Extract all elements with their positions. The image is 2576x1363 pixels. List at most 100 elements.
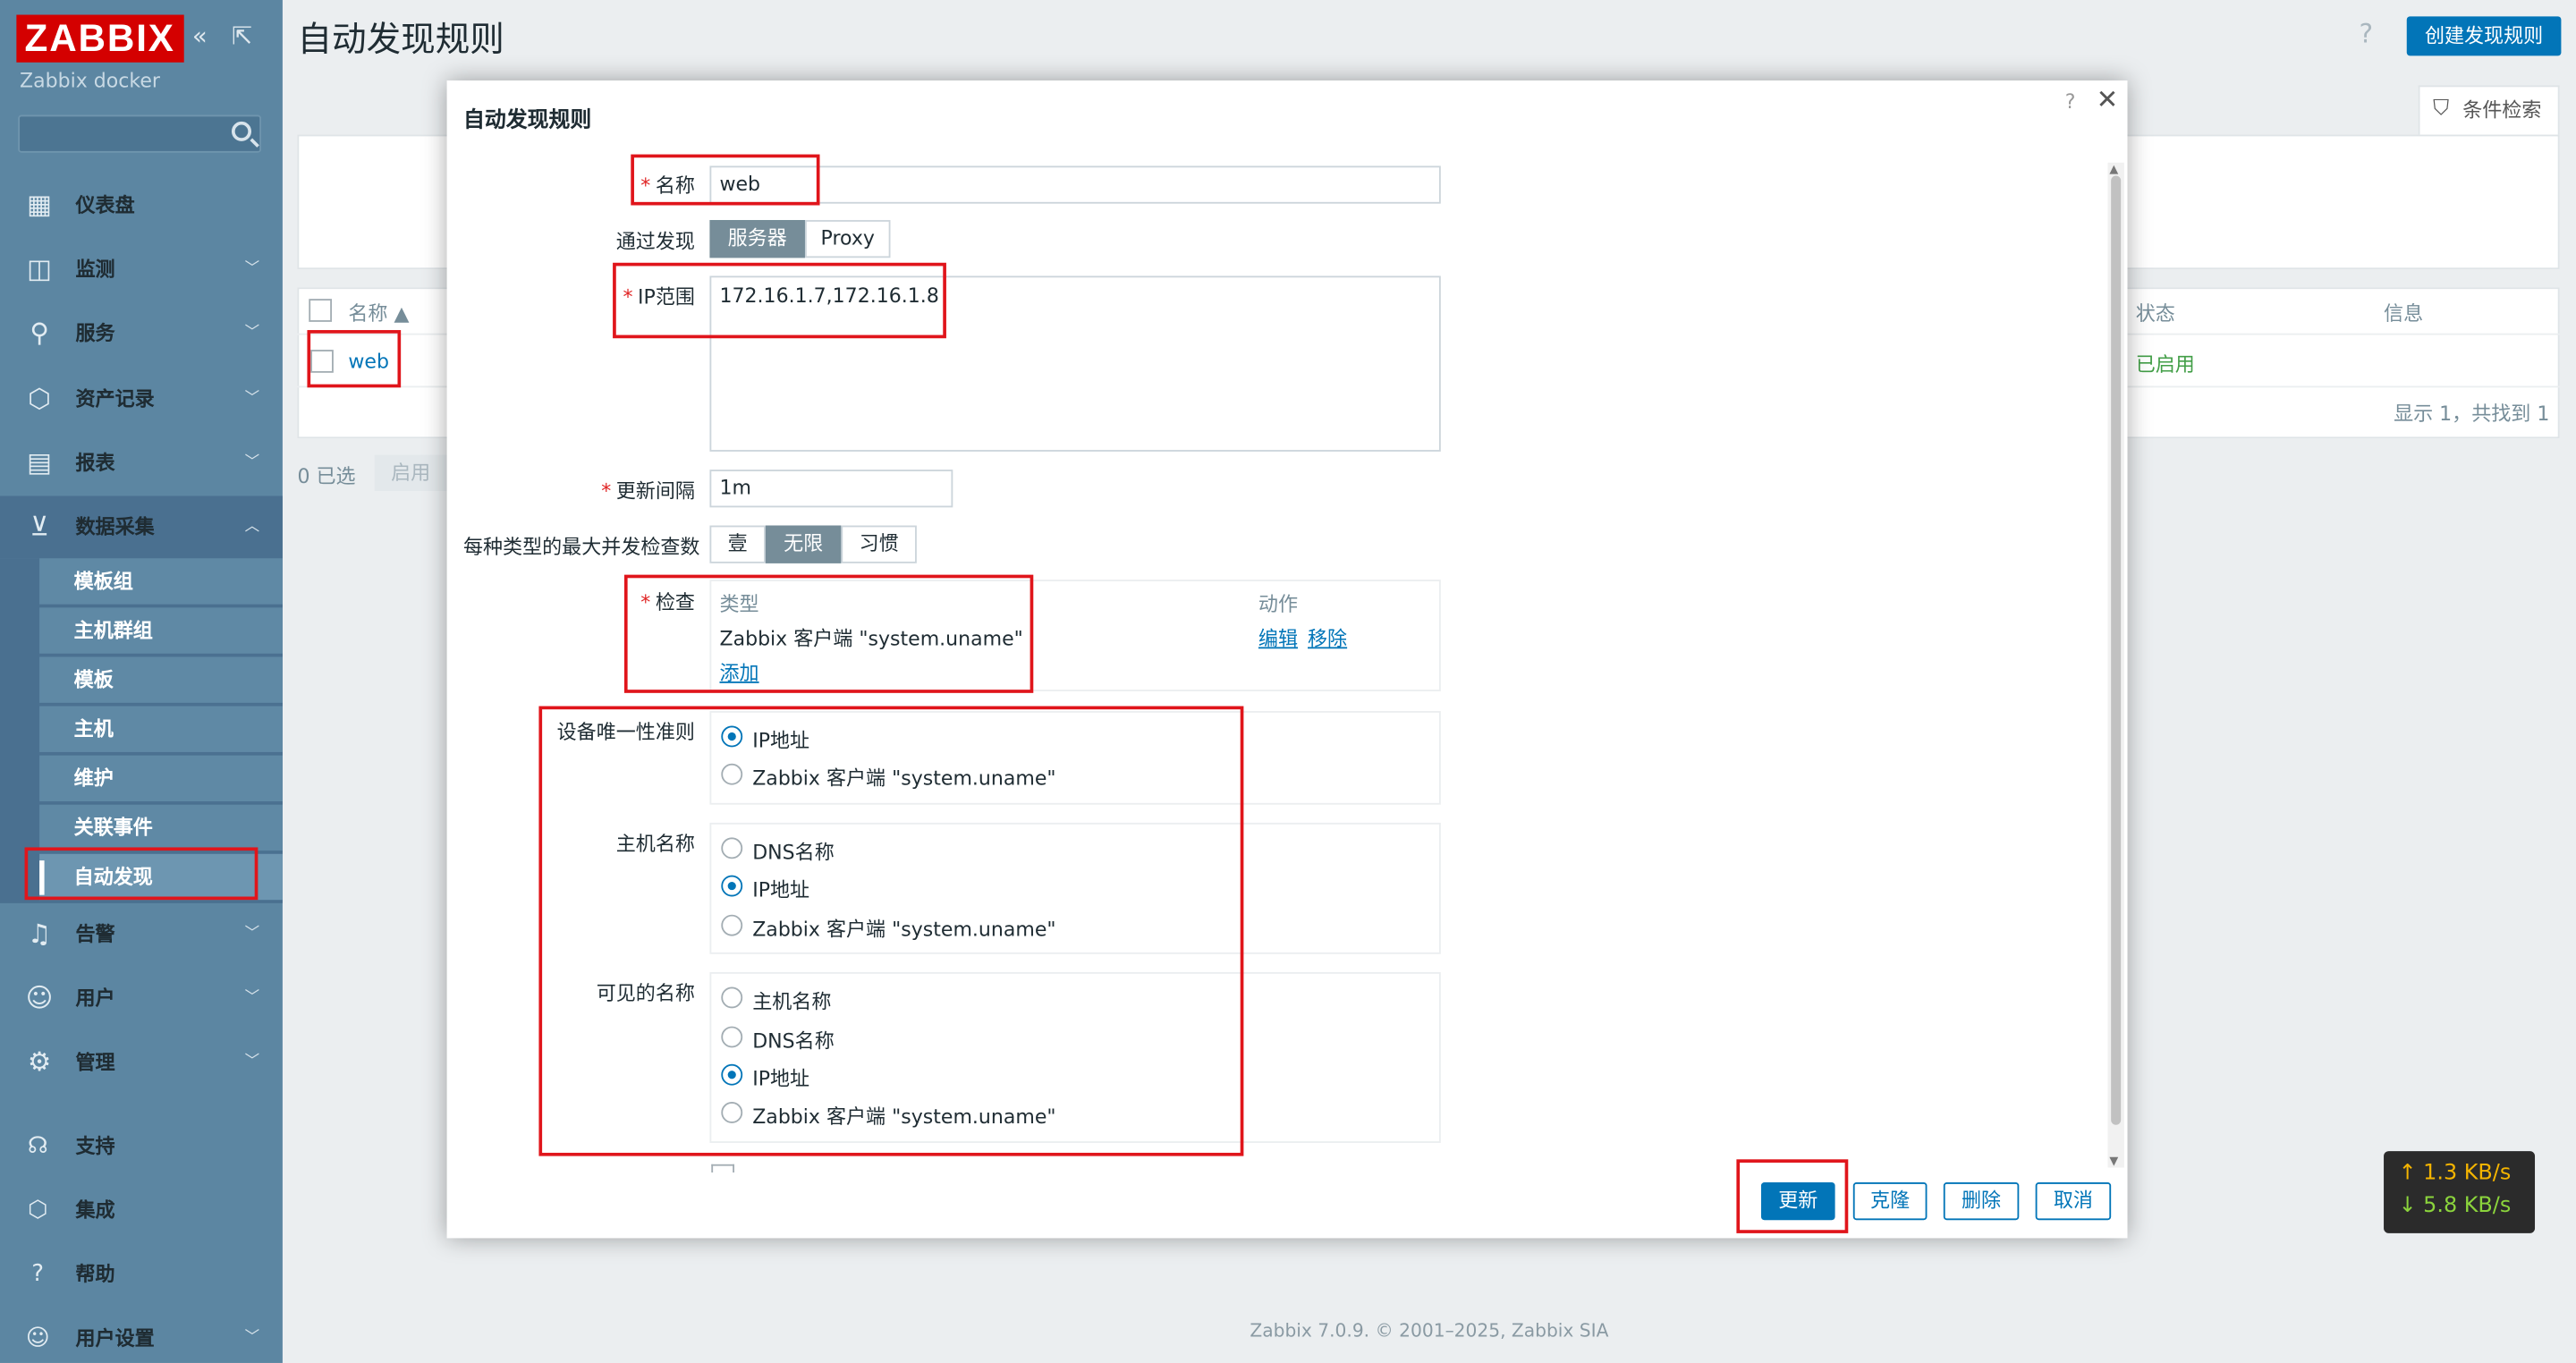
submenu-maintenance[interactable]: 维护: [39, 755, 283, 803]
discovery-rule-dialog: 自动发现规则 ? ✕ ▲ ▼ * 名称 web 通过发现 服务器 Proxy * I…: [446, 80, 2128, 1239]
search-icon[interactable]: [231, 121, 252, 141]
update-interval-label: * 更新间隔: [601, 479, 695, 503]
menu-data-collection[interactable]: ⊻ 数据采集 ︿: [0, 495, 283, 559]
menu-reports[interactable]: ▤ 报表 ﹀: [0, 432, 283, 495]
submenu-templates[interactable]: 模板: [39, 656, 283, 705]
table-summary: 显示 1，共找到 1: [2394, 402, 2550, 426]
zabbix-logo[interactable]: ZABBIX: [16, 14, 184, 63]
menu-reports-label: 报表: [75, 451, 115, 475]
menu-administration[interactable]: ⚙ 管理 ﹀: [0, 1031, 283, 1094]
visible-name-option-dns[interactable]: DNS名称: [752, 1027, 835, 1054]
hostname-option-dns[interactable]: DNS名称: [752, 837, 835, 865]
uniqueness-radio-ip[interactable]: [721, 725, 743, 748]
chevron-down-icon: ﹀: [244, 454, 260, 471]
download-speed: ↓ 5.8 KB/s: [2398, 1193, 2512, 1219]
menu-inventory-label: 资产记录: [75, 387, 155, 411]
menu-services-label: 服务: [75, 321, 115, 345]
menu-monitoring-label: 监测: [75, 258, 115, 281]
update-button[interactable]: 更新: [1760, 1181, 1835, 1221]
hostname-radio-ip[interactable]: [721, 875, 743, 897]
row-name-link[interactable]: web: [348, 350, 389, 373]
enable-button[interactable]: 启用: [374, 454, 447, 491]
close-icon[interactable]: ✕: [2097, 84, 2119, 115]
services-icon: ⚲: [30, 317, 49, 349]
collapse-sidebar-icon[interactable]: «: [192, 21, 208, 51]
menu-help[interactable]: ? 帮助: [0, 1249, 283, 1299]
delete-button[interactable]: 删除: [1943, 1181, 2020, 1221]
column-name-header[interactable]: 名称 ▲: [348, 299, 409, 326]
footer: Zabbix 7.0.9. © 2001–2025, Zabbix SIA: [1250, 1320, 1609, 1342]
uniqueness-option-ip[interactable]: IP地址: [752, 726, 809, 754]
hostname-radio-agent[interactable]: [721, 914, 743, 936]
filter-tab[interactable]: ⛉ 条件检索: [2418, 85, 2560, 135]
uniqueness-option-agent[interactable]: Zabbix 客户端 "system.uname": [752, 764, 1055, 792]
submenu-template-groups[interactable]: 模板组: [39, 558, 283, 606]
visible-name-radio-dns[interactable]: [721, 1026, 743, 1048]
discovery-by-proxy[interactable]: Proxy: [804, 220, 891, 258]
visible-name-option-hostname[interactable]: 主机名称: [752, 986, 831, 1014]
max-checks-unlimited[interactable]: 无限: [765, 525, 842, 563]
reports-icon: ▤: [27, 446, 52, 478]
submenu-event-correlation[interactable]: 关联事件: [39, 804, 283, 852]
chevron-down-icon: ﹀: [244, 926, 260, 943]
menu-services[interactable]: ⚲ 服务 ﹀: [0, 302, 283, 365]
chevron-down-icon: ﹀: [244, 990, 260, 1007]
scroll-down-icon[interactable]: ▼: [2109, 1155, 2118, 1168]
menu-users[interactable]: ☺ 用户 ﹀: [0, 967, 283, 1029]
hostname-option-ip[interactable]: IP地址: [752, 876, 809, 903]
max-checks-custom[interactable]: 习惯: [841, 525, 917, 563]
visible-name-option-ip[interactable]: IP地址: [752, 1064, 809, 1092]
ip-range-textarea[interactable]: 172.16.1.7,172.16.1.8: [709, 275, 1441, 452]
visible-name-label: 可见的名称: [596, 981, 695, 1005]
visible-name-radio-hostname[interactable]: [721, 986, 743, 1009]
visible-name-option-agent[interactable]: Zabbix 客户端 "system.uname": [752, 1102, 1055, 1130]
check-edit-link[interactable]: 编辑: [1258, 624, 1298, 652]
check-add-link[interactable]: 添加: [719, 658, 758, 686]
dialog-scrollbar[interactable]: ▲ ▼: [2107, 162, 2124, 1168]
menu-integrations[interactable]: ⬡ 集成: [0, 1186, 283, 1235]
clone-button[interactable]: 克隆: [1852, 1181, 1928, 1221]
page-title: 自动发现规则: [297, 20, 504, 60]
submenu-host-groups[interactable]: 主机群组: [39, 607, 283, 656]
partial-checkbox[interactable]: [711, 1164, 735, 1173]
cancel-button[interactable]: 取消: [2035, 1181, 2112, 1221]
sidebar-search-input[interactable]: [18, 114, 262, 153]
hostname-option-agent[interactable]: Zabbix 客户端 "system.uname": [752, 915, 1055, 943]
inventory-icon: ⬡: [28, 382, 51, 414]
submenu-hosts[interactable]: 主机: [39, 706, 283, 754]
submenu-discovery[interactable]: 自动发现: [39, 853, 283, 902]
admin-icon: ⚙: [27, 1046, 52, 1078]
scrollbar-thumb[interactable]: [2111, 175, 2122, 1125]
row-status[interactable]: 已启用: [2136, 350, 2195, 377]
create-discovery-rule-button[interactable]: 创建发现规则: [2406, 16, 2562, 56]
menu-alerts-label: 告警: [75, 922, 115, 946]
uniqueness-radio-agent[interactable]: [721, 763, 743, 785]
uniqueness-label: 设备唯一性准则: [556, 721, 695, 744]
help-icon: ?: [31, 1261, 45, 1288]
discovery-by-server[interactable]: 服务器: [709, 220, 805, 258]
alerts-icon: ♫: [27, 918, 52, 950]
chevron-up-icon: ︿: [244, 519, 260, 536]
menu-inventory[interactable]: ⬡ 资产记录 ﹀: [0, 368, 283, 430]
row-checkbox[interactable]: [310, 350, 334, 373]
scroll-up-icon[interactable]: ▲: [2109, 163, 2118, 176]
selected-count: 0 已选: [297, 464, 356, 488]
name-input[interactable]: web: [709, 165, 1441, 204]
menu-support[interactable]: ☊ 支持: [0, 1122, 283, 1171]
dialog-help-icon[interactable]: ?: [2065, 90, 2076, 114]
menu-alerts[interactable]: ♫ 告警 ﹀: [0, 903, 283, 966]
visible-name-radio-agent[interactable]: [721, 1102, 743, 1123]
network-speed-widget: ↑ 1.3 KB/s ↓ 5.8 KB/s: [2384, 1151, 2536, 1233]
kiosk-mode-icon[interactable]: ⇱: [232, 21, 252, 51]
visible-name-radio-ip[interactable]: [721, 1063, 743, 1086]
max-checks-one[interactable]: 壹: [709, 525, 766, 563]
hostname-radio-dns[interactable]: [721, 837, 743, 859]
select-all-checkbox[interactable]: [309, 299, 333, 322]
menu-monitoring[interactable]: ◫ 监测 ﹀: [0, 238, 283, 301]
column-info-header: 信息: [2384, 301, 2424, 326]
help-icon[interactable]: ?: [2360, 18, 2374, 49]
update-interval-input[interactable]: 1m: [709, 470, 953, 508]
data-collection-icon: ⊻: [30, 511, 49, 542]
menu-dashboard[interactable]: ▦ 仪表盘: [0, 174, 283, 237]
check-remove-link[interactable]: 移除: [1308, 624, 1347, 652]
